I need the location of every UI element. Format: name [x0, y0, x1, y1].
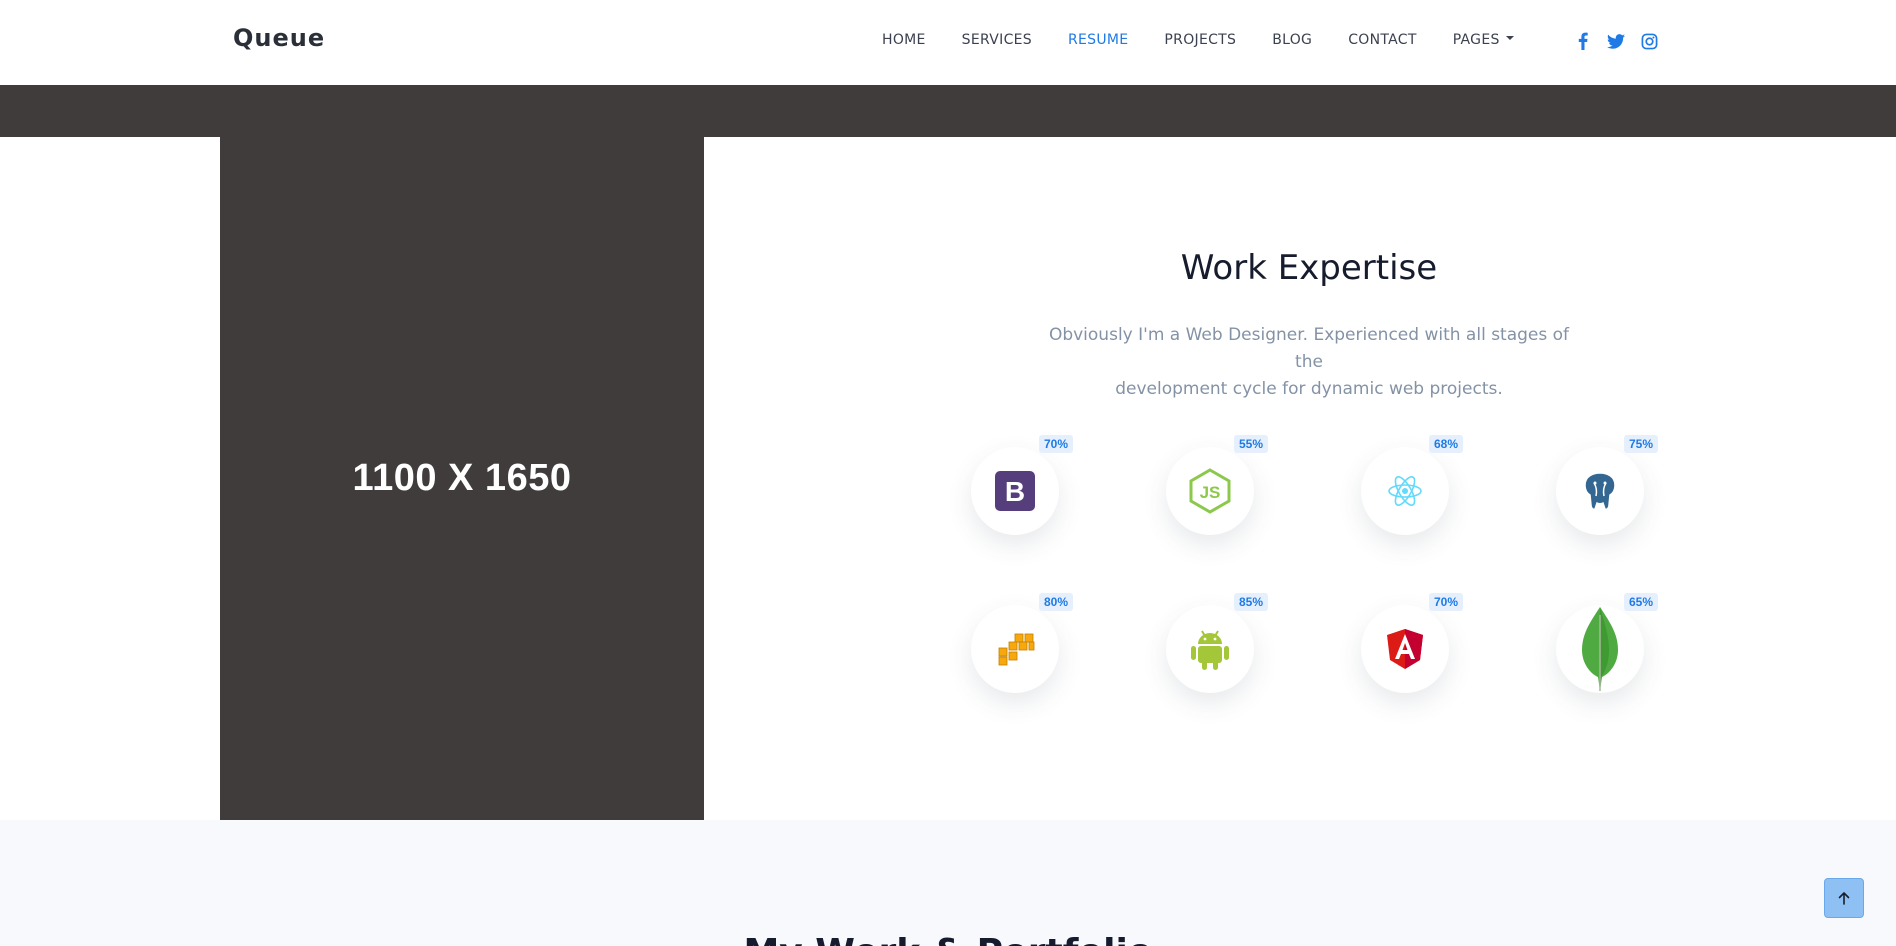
nav-blog[interactable]: BLOG — [1272, 32, 1312, 48]
skill-percent: 75% — [1623, 435, 1658, 453]
postgresql-icon — [1584, 472, 1616, 510]
portfolio-title: My Work & Portfolio — [0, 932, 1896, 946]
nav-pages-dropdown[interactable]: PAGES — [1453, 32, 1514, 48]
description-line-1: Obviously I'm a Web Designer. Experience… — [1048, 325, 1570, 372]
profile-image-placeholder: 1100 X 1650 — [220, 137, 704, 820]
back-to-top-button[interactable] — [1824, 878, 1864, 918]
skill-percent: 70% — [1428, 593, 1463, 611]
skill-percent: 68% — [1428, 435, 1463, 453]
navbar: Queue HOME SERVICES RESUME PROJECTS BLOG… — [0, 0, 1896, 85]
skill-percent: 80% — [1038, 593, 1073, 611]
nav-services[interactable]: SERVICES — [962, 32, 1032, 48]
svg-text:JS: JS — [1200, 483, 1221, 502]
aws-icon — [998, 633, 1035, 666]
svg-text:B: B — [1005, 476, 1025, 507]
skill-nodejs: JS 55% — [1166, 435, 1268, 535]
portfolio-section: My Work & Portfolio — [0, 820, 1896, 946]
skill-angular: 70% — [1361, 593, 1463, 693]
skill-percent: 85% — [1233, 593, 1268, 611]
skill-bootstrap: B 70% — [971, 435, 1073, 535]
social-links — [1572, 31, 1660, 51]
description-line-2: development cycle for dynamic web projec… — [1115, 379, 1503, 399]
skill-android: 85% — [1166, 593, 1268, 693]
skill-mongodb: 65% — [1556, 593, 1658, 693]
skill-aws: 80% — [971, 593, 1073, 693]
twitter-icon[interactable] — [1605, 31, 1627, 51]
nodejs-icon: JS — [1189, 468, 1231, 514]
main-nav: HOME SERVICES RESUME PROJECTS BLOG CONTA… — [882, 30, 1550, 50]
facebook-icon[interactable] — [1572, 31, 1594, 51]
brand-logo[interactable]: Queue — [233, 24, 325, 52]
angular-icon — [1387, 629, 1423, 669]
android-icon — [1191, 630, 1229, 670]
skill-percent: 70% — [1038, 435, 1073, 453]
skill-postgresql: 75% — [1556, 435, 1658, 535]
page-header-band — [0, 85, 1896, 137]
bootstrap-icon: B — [995, 471, 1035, 511]
skill-react: 68% — [1361, 435, 1463, 535]
nav-contact[interactable]: CONTACT — [1348, 32, 1417, 48]
section-title: Work Expertise — [1180, 248, 1438, 288]
nav-resume[interactable]: RESUME — [1068, 32, 1128, 48]
skill-percent: 55% — [1233, 435, 1268, 453]
section-description: Obviously I'm a Web Designer. Experience… — [1040, 322, 1578, 403]
nav-home[interactable]: HOME — [882, 32, 926, 48]
mongodb-icon — [1582, 607, 1618, 691]
skill-percent: 65% — [1623, 593, 1658, 611]
arrow-up-icon — [1838, 892, 1850, 905]
nav-projects[interactable]: PROJECTS — [1164, 32, 1236, 48]
placeholder-dimensions: 1100 X 1650 — [352, 457, 572, 499]
instagram-icon[interactable] — [1638, 31, 1660, 51]
react-icon — [1388, 476, 1422, 506]
caret-down-icon — [1505, 36, 1514, 40]
nav-pages-label: PAGES — [1452, 32, 1500, 48]
